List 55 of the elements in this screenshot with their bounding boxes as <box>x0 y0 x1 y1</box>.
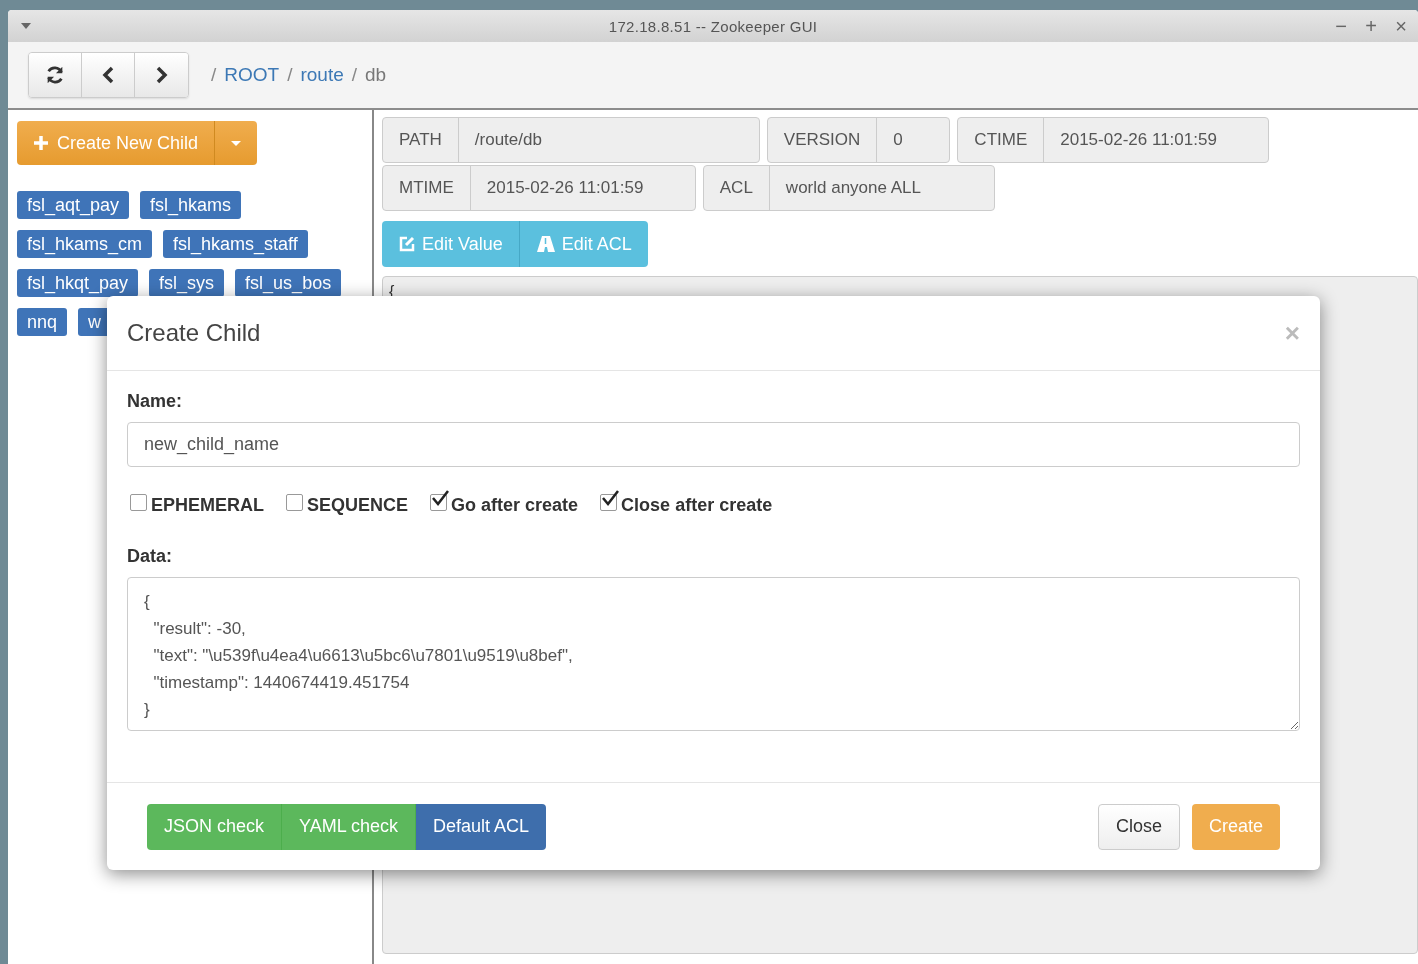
dropdown-toggle[interactable] <box>215 121 257 165</box>
chevron-left-icon <box>101 66 115 84</box>
footer-button[interactable]: JSON check <box>147 803 283 850</box>
window-control[interactable]: − <box>1332 14 1350 38</box>
field-label: MTIME <box>383 166 471 210</box>
caret-icon <box>230 139 243 147</box>
field-label: CTIME <box>958 118 1045 162</box>
field-value: /route/db <box>473 129 543 151</box>
dialog-title: Create Child <box>127 319 261 347</box>
field-label: PATH <box>383 118 459 162</box>
field-value: 2015-02-26 11:01:59 <box>485 177 645 199</box>
child-node-tag[interactable]: fsl_hkams_staff <box>163 230 308 258</box>
child-node-tag[interactable]: fsl_hkams_cm <box>17 230 153 258</box>
checkbox-label: Go after create <box>451 495 579 516</box>
checkbox-label: Close after create <box>621 495 773 516</box>
field-value: world anyone ALL <box>784 177 922 199</box>
breadcrumb-item[interactable]: route <box>300 64 344 86</box>
breadcrumb-separator: / <box>287 64 293 86</box>
data-label: Data: <box>127 546 173 567</box>
refresh-button[interactable] <box>29 53 82 97</box>
breadcrumb-separator: / <box>211 64 217 86</box>
checkbox-label: EPHEMERAL <box>151 495 264 516</box>
footer-button[interactable]: Default ACL <box>416 803 547 850</box>
edit-icon <box>398 235 416 253</box>
checkbox[interactable] <box>286 494 303 511</box>
name-label: Name: <box>127 391 184 412</box>
data-field[interactable]: { "result": -30, "text": "\u539f\u4ea4\u6613\u5bc6\u7801\u9519\u8bef", "timestamp": 1440674419.451754 } <box>127 577 1300 731</box>
window-control[interactable]: + <box>1362 14 1380 38</box>
back-button[interactable] <box>82 53 135 97</box>
close-dialog-button[interactable]: Close <box>1097 803 1180 850</box>
window-control[interactable]: × <box>1392 14 1410 38</box>
breadcrumb-separator: / <box>351 64 358 86</box>
road-icon <box>535 235 556 253</box>
child-node-tag[interactable]: fsl_us_bos <box>235 269 342 297</box>
field-label: VERSION <box>767 118 878 162</box>
refresh-icon <box>44 64 66 86</box>
child-node-tag[interactable]: fsl_hkqt_pay <box>17 269 139 297</box>
field-value: 0 <box>892 129 904 151</box>
field-value: 2015-02-26 11:01:59 <box>1059 129 1218 151</box>
name-field[interactable]: new_child_name <box>127 422 1300 467</box>
breadcrumb-item[interactable]: ROOT <box>224 64 280 86</box>
checkbox-label: SEQUENCE <box>307 495 409 516</box>
menu-icon[interactable] <box>20 22 32 30</box>
forward-button[interactable] <box>135 53 188 97</box>
chevron-right-icon <box>154 66 169 84</box>
field-label: ACL <box>703 166 770 210</box>
child-node-tag[interactable]: fsl_aqt_pay <box>17 191 130 219</box>
child-node-tag[interactable]: fsl_hkams <box>140 191 242 219</box>
child-node-tag[interactable]: fsl_sys <box>149 269 225 297</box>
plus-icon <box>33 135 49 151</box>
window-title: 172.18.8.51 -- Zookeeper GUI <box>608 17 818 35</box>
child-node-tag[interactable]: nnq <box>17 308 68 336</box>
checkbox[interactable] <box>130 494 147 511</box>
breadcrumb-item: db <box>365 64 387 86</box>
footer-button[interactable]: YAML check <box>282 803 417 850</box>
